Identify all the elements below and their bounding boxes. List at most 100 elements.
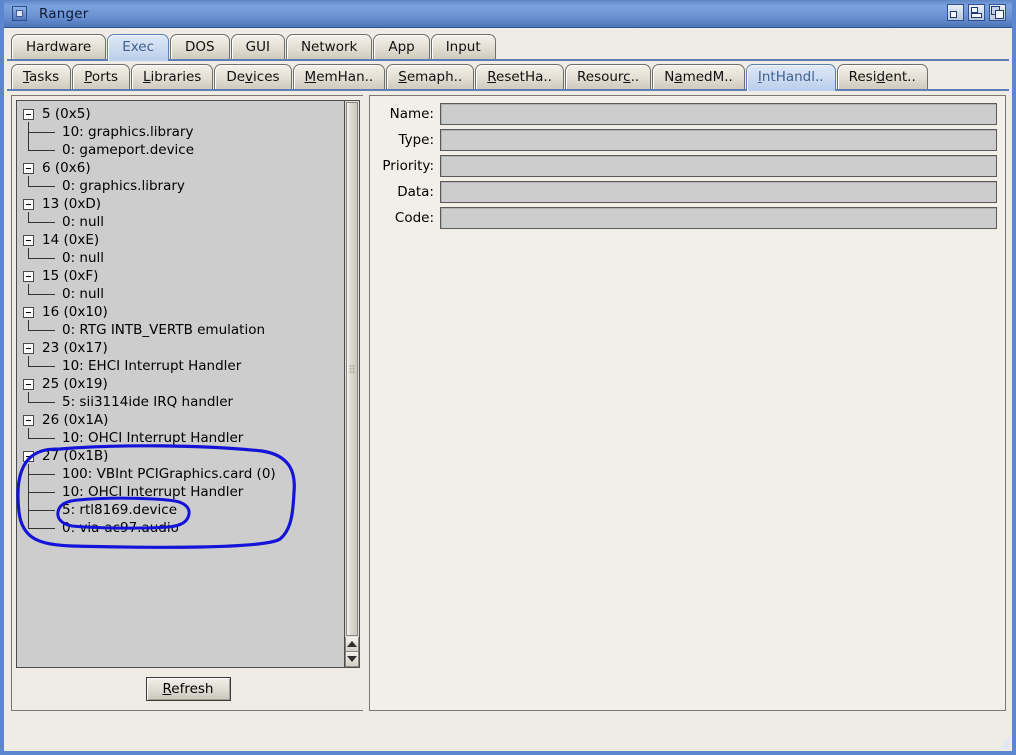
tree-collapse-icon[interactable] xyxy=(23,343,34,354)
tree-group[interactable]: 5 (0x5) xyxy=(17,105,344,123)
tree-child[interactable]: 100: VBInt PCIGraphics.card (0) xyxy=(17,465,344,483)
tree-group[interactable]: 6 (0x6) xyxy=(17,159,344,177)
secondary-tab-resetha[interactable]: ResetHa.. xyxy=(475,64,564,89)
secondary-tab-resourc[interactable]: Resourc.. xyxy=(565,64,651,89)
tree-line-horizontal xyxy=(28,150,55,151)
detail-field-label: Code: xyxy=(374,210,440,226)
primary-tab-network[interactable]: Network xyxy=(286,34,372,59)
tree-line-horizontal xyxy=(28,222,55,223)
tree-child[interactable]: 0: RTG INTB_VERTB emulation xyxy=(17,321,344,339)
tree-child[interactable]: 0: null xyxy=(17,213,344,231)
primary-tab-input[interactable]: Input xyxy=(431,34,496,59)
detail-field-row: Data: xyxy=(374,180,997,204)
tree-child[interactable]: 10: EHCI Interrupt Handler xyxy=(17,357,344,375)
resize-grip-icon[interactable] xyxy=(997,737,1010,750)
secondary-tab-ports[interactable]: Ports xyxy=(72,64,130,89)
tree-child-label: 10: graphics.library xyxy=(62,124,193,140)
tree-child[interactable]: 0: null xyxy=(17,249,344,267)
tree-child-label: 0: graphics.library xyxy=(62,178,185,194)
tree-child[interactable]: 0: null xyxy=(17,285,344,303)
tree-line-horizontal xyxy=(28,474,55,475)
tree-group[interactable]: 14 (0xE) xyxy=(17,231,344,249)
detail-field-value[interactable] xyxy=(440,155,997,177)
tree-child[interactable]: 5: rtl8169.device xyxy=(17,501,344,519)
secondary-tab-namedm[interactable]: NamedM.. xyxy=(652,64,745,89)
tree-collapse-icon[interactable] xyxy=(23,415,34,426)
detail-field-value[interactable] xyxy=(440,129,997,151)
tree-collapse-icon[interactable] xyxy=(23,235,34,246)
interrupt-handler-tree[interactable]: 5 (0x5) 10: graphics.library 0: gameport.d… xyxy=(16,100,344,668)
detail-field-label: Type: xyxy=(374,132,440,148)
tree-child[interactable]: 0: gameport.device xyxy=(17,141,344,159)
tree-group[interactable]: 15 (0xF) xyxy=(17,267,344,285)
secondary-tab-semaph[interactable]: Semaph.. xyxy=(386,64,474,89)
close-gadget[interactable] xyxy=(12,6,27,21)
refresh-button[interactable]: Refresh xyxy=(146,677,231,701)
tree-collapse-icon[interactable] xyxy=(23,451,34,462)
scrollbar-track[interactable] xyxy=(345,101,359,637)
tree-group[interactable]: 25 (0x19) xyxy=(17,375,344,393)
primary-tab-dos[interactable]: DOS xyxy=(170,34,230,59)
ranger-window: Ranger HardwareExecDOSGUINetworkAppInput… xyxy=(0,0,1016,755)
tree-group-label: 6 (0x6) xyxy=(42,160,91,176)
scroll-up-arrow-icon[interactable] xyxy=(345,637,359,652)
tree-scrollbar[interactable] xyxy=(344,100,360,668)
primary-tab-hardware[interactable]: Hardware xyxy=(11,34,106,59)
tree-group-label: 23 (0x17) xyxy=(42,340,108,356)
tree-group-label: 27 (0x1B) xyxy=(42,448,108,464)
tree-line-horizontal xyxy=(28,528,55,529)
interrupt-list-pane: 5 (0x5) 10: graphics.library 0: gameport.d… xyxy=(11,95,363,711)
depth-gadget[interactable] xyxy=(989,4,1006,21)
tree-group-label: 26 (0x1A) xyxy=(42,412,108,428)
tree-child-label: 0: via-ac97.audio xyxy=(62,520,179,536)
tree-child[interactable]: 10: OHCI Interrupt Handler xyxy=(17,429,344,447)
tree-collapse-icon[interactable] xyxy=(23,271,34,282)
tree-collapse-icon[interactable] xyxy=(23,109,34,120)
tree-group-label: 15 (0xF) xyxy=(42,268,98,284)
interrupt-detail-pane: Name:Type:Priority:Data:Code: xyxy=(369,95,1006,711)
tree-collapse-icon[interactable] xyxy=(23,307,34,318)
tree-child-label: 0: gameport.device xyxy=(62,142,194,158)
tree-group[interactable]: 27 (0x1B) xyxy=(17,447,344,465)
tree-child-label: 10: OHCI Interrupt Handler xyxy=(62,430,243,446)
tree-child[interactable]: 0: via-ac97.audio xyxy=(17,519,344,537)
tree-child[interactable]: 10: graphics.library xyxy=(17,123,344,141)
tree-child[interactable]: 5: sii3114ide IRQ handler xyxy=(17,393,344,411)
detail-field-value[interactable] xyxy=(440,207,997,229)
scrollbar-thumb[interactable] xyxy=(346,102,358,636)
tree-group[interactable]: 26 (0x1A) xyxy=(17,411,344,429)
tree-collapse-icon[interactable] xyxy=(23,199,34,210)
tree-child-label: 100: VBInt PCIGraphics.card (0) xyxy=(62,466,276,482)
secondary-tab-memhan[interactable]: MemHan.. xyxy=(293,64,386,89)
tree-line-horizontal xyxy=(28,492,55,493)
tree-collapse-icon[interactable] xyxy=(23,163,34,174)
tree-group[interactable]: 23 (0x17) xyxy=(17,339,344,357)
secondary-tab-libraries[interactable]: Libraries xyxy=(131,64,213,89)
secondary-tab-strip: TasksPortsLibrariesDevicesMemHan..Semaph… xyxy=(7,61,1009,91)
secondary-tab-resident[interactable]: Resident.. xyxy=(837,64,928,89)
secondary-tab-devices[interactable]: Devices xyxy=(214,64,291,89)
tree-child[interactable]: 10: OHCI Interrupt Handler xyxy=(17,483,344,501)
tree-collapse-icon[interactable] xyxy=(23,379,34,390)
tree-line-horizontal xyxy=(28,366,55,367)
tree-line-horizontal xyxy=(28,186,55,187)
detail-field-value[interactable] xyxy=(440,103,997,125)
tree-child[interactable]: 0: graphics.library xyxy=(17,177,344,195)
primary-tab-exec[interactable]: Exec xyxy=(107,34,169,61)
secondary-tab-tasks[interactable]: Tasks xyxy=(11,64,71,89)
tree-line-horizontal xyxy=(28,402,55,403)
tree-group[interactable]: 16 (0x10) xyxy=(17,303,344,321)
scroll-down-arrow-icon[interactable] xyxy=(345,652,359,667)
primary-tab-app[interactable]: App xyxy=(373,34,429,59)
tree-child-label: 10: EHCI Interrupt Handler xyxy=(62,358,241,374)
tree-line-horizontal xyxy=(28,330,55,331)
tree-group-label: 5 (0x5) xyxy=(42,106,91,122)
detail-field-list: Name:Type:Priority:Data:Code: xyxy=(374,102,997,232)
shrink-gadget[interactable] xyxy=(947,4,964,21)
secondary-tab-inthandl[interactable]: IntHandl.. xyxy=(746,64,836,91)
primary-tab-gui[interactable]: GUI xyxy=(231,34,285,59)
tree-group[interactable]: 13 (0xD) xyxy=(17,195,344,213)
detail-field-row: Name: xyxy=(374,102,997,126)
zoom-gadget[interactable] xyxy=(968,4,985,21)
detail-field-value[interactable] xyxy=(440,181,997,203)
